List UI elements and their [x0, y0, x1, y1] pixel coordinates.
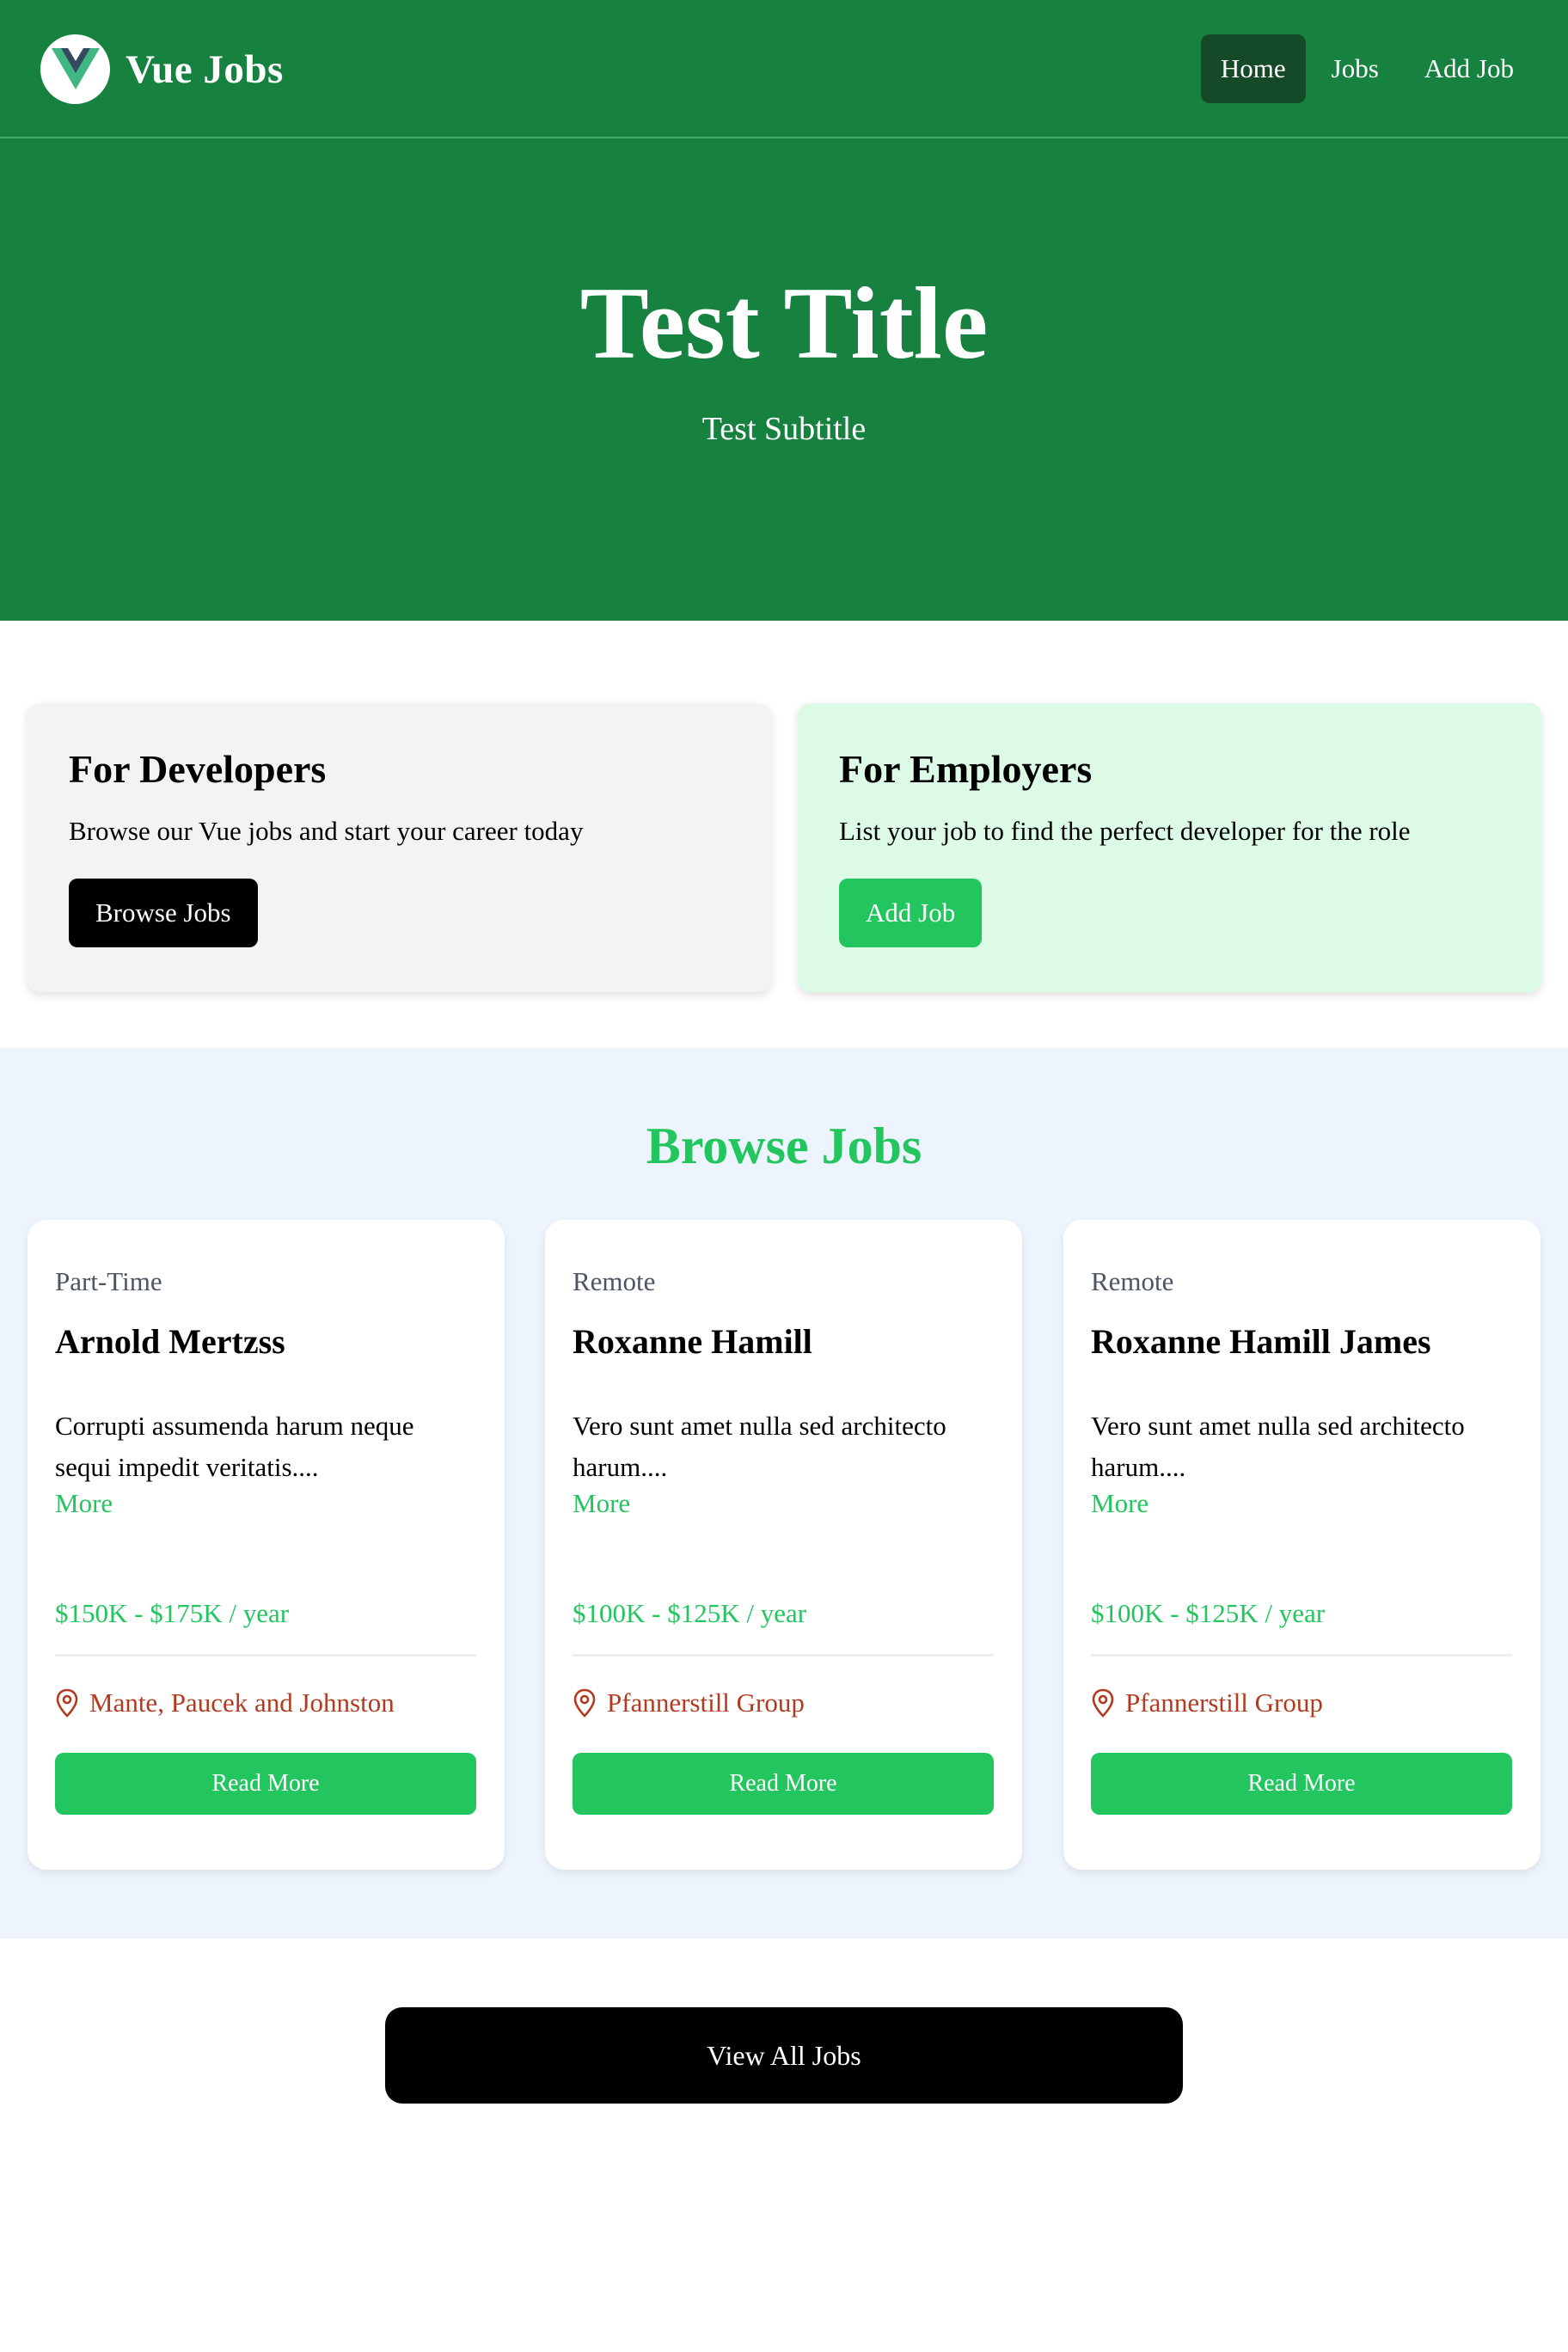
- vue-logo-icon: [40, 34, 110, 104]
- job-divider: [1091, 1654, 1512, 1657]
- read-more-button[interactable]: Read More: [573, 1753, 994, 1815]
- navbar: Vue Jobs Home Jobs Add Job: [0, 0, 1568, 138]
- developers-card-title: For Developers: [69, 747, 327, 791]
- brand-link[interactable]: Vue Jobs: [40, 34, 284, 104]
- job-description: Vero sunt amet nulla sed architecto haru…: [573, 1411, 946, 1482]
- job-divider: [573, 1654, 994, 1657]
- job-listing: Remote Roxanne Hamill James Vero sunt am…: [1063, 1220, 1540, 1870]
- job-more-link[interactable]: More: [55, 1488, 113, 1519]
- add-job-button[interactable]: Add Job: [839, 879, 983, 947]
- job-divider: [55, 1654, 476, 1657]
- view-all-jobs-button[interactable]: View All Jobs: [385, 2007, 1183, 2104]
- job-description: Vero sunt amet nulla sed architecto haru…: [1091, 1411, 1465, 1482]
- job-listing: Remote Roxanne Hamill Vero sunt amet nul…: [545, 1220, 1022, 1870]
- hero-subtitle: Test Subtitle: [701, 411, 867, 447]
- brand-name: Vue Jobs: [126, 46, 284, 92]
- job-listing: Part-Time Arnold Mertzss Corrupti assume…: [28, 1220, 505, 1870]
- main-nav: Home Jobs Add Job: [1195, 34, 1534, 103]
- job-salary: $100K - $125K / year: [573, 1598, 807, 1628]
- job-location: Mante, Paucek and Johnston: [55, 1687, 395, 1718]
- developers-card: For Developers Browse our Vue jobs and s…: [28, 703, 771, 992]
- nav-jobs[interactable]: Jobs: [1312, 34, 1399, 103]
- employers-card-text: List your job to find the perfect develo…: [839, 816, 1411, 846]
- map-pin-icon: [56, 1688, 78, 1718]
- nav-home[interactable]: Home: [1200, 34, 1306, 103]
- browse-jobs-title: Browse Jobs: [646, 1118, 922, 1174]
- job-location: Pfannerstill Group: [573, 1687, 805, 1718]
- job-salary: $150K - $175K / year: [55, 1598, 290, 1628]
- employers-card-title: For Employers: [839, 747, 1093, 791]
- job-location-name: Pfannerstill Group: [607, 1687, 805, 1718]
- hero-title: Test Title: [579, 266, 989, 380]
- job-type: Remote: [1091, 1266, 1174, 1296]
- read-more-button[interactable]: Read More: [55, 1753, 476, 1815]
- job-title: Arnold Mertzss: [55, 1322, 285, 1361]
- job-more-link[interactable]: More: [1091, 1488, 1148, 1519]
- job-salary: $100K - $125K / year: [1091, 1598, 1326, 1628]
- job-location-name: Mante, Paucek and Johnston: [89, 1687, 395, 1718]
- job-type: Remote: [573, 1266, 656, 1296]
- job-location: Pfannerstill Group: [1091, 1687, 1323, 1718]
- nav-add-job[interactable]: Add Job: [1405, 34, 1534, 103]
- hero-section: Test Title Test Subtitle: [0, 138, 1568, 621]
- browse-jobs-section: Browse Jobs Part-Time Arnold Mertzss Cor…: [0, 1048, 1568, 1939]
- map-pin-icon: [573, 1688, 596, 1718]
- job-location-name: Pfannerstill Group: [1125, 1687, 1323, 1718]
- developers-card-text: Browse our Vue jobs and start your caree…: [69, 816, 584, 846]
- job-description: Corrupti assumenda harum neque sequi imp…: [55, 1411, 414, 1482]
- home-cards: For Developers Browse our Vue jobs and s…: [0, 621, 1568, 1048]
- job-title: Roxanne Hamill: [573, 1322, 812, 1361]
- job-more-link[interactable]: More: [573, 1488, 630, 1519]
- job-title: Roxanne Hamill James: [1091, 1322, 1431, 1361]
- map-pin-icon: [1092, 1688, 1114, 1718]
- read-more-button[interactable]: Read More: [1091, 1753, 1512, 1815]
- browse-jobs-button[interactable]: Browse Jobs: [69, 879, 258, 947]
- job-type: Part-Time: [55, 1266, 162, 1296]
- employers-card: For Employers List your job to find the …: [798, 703, 1541, 992]
